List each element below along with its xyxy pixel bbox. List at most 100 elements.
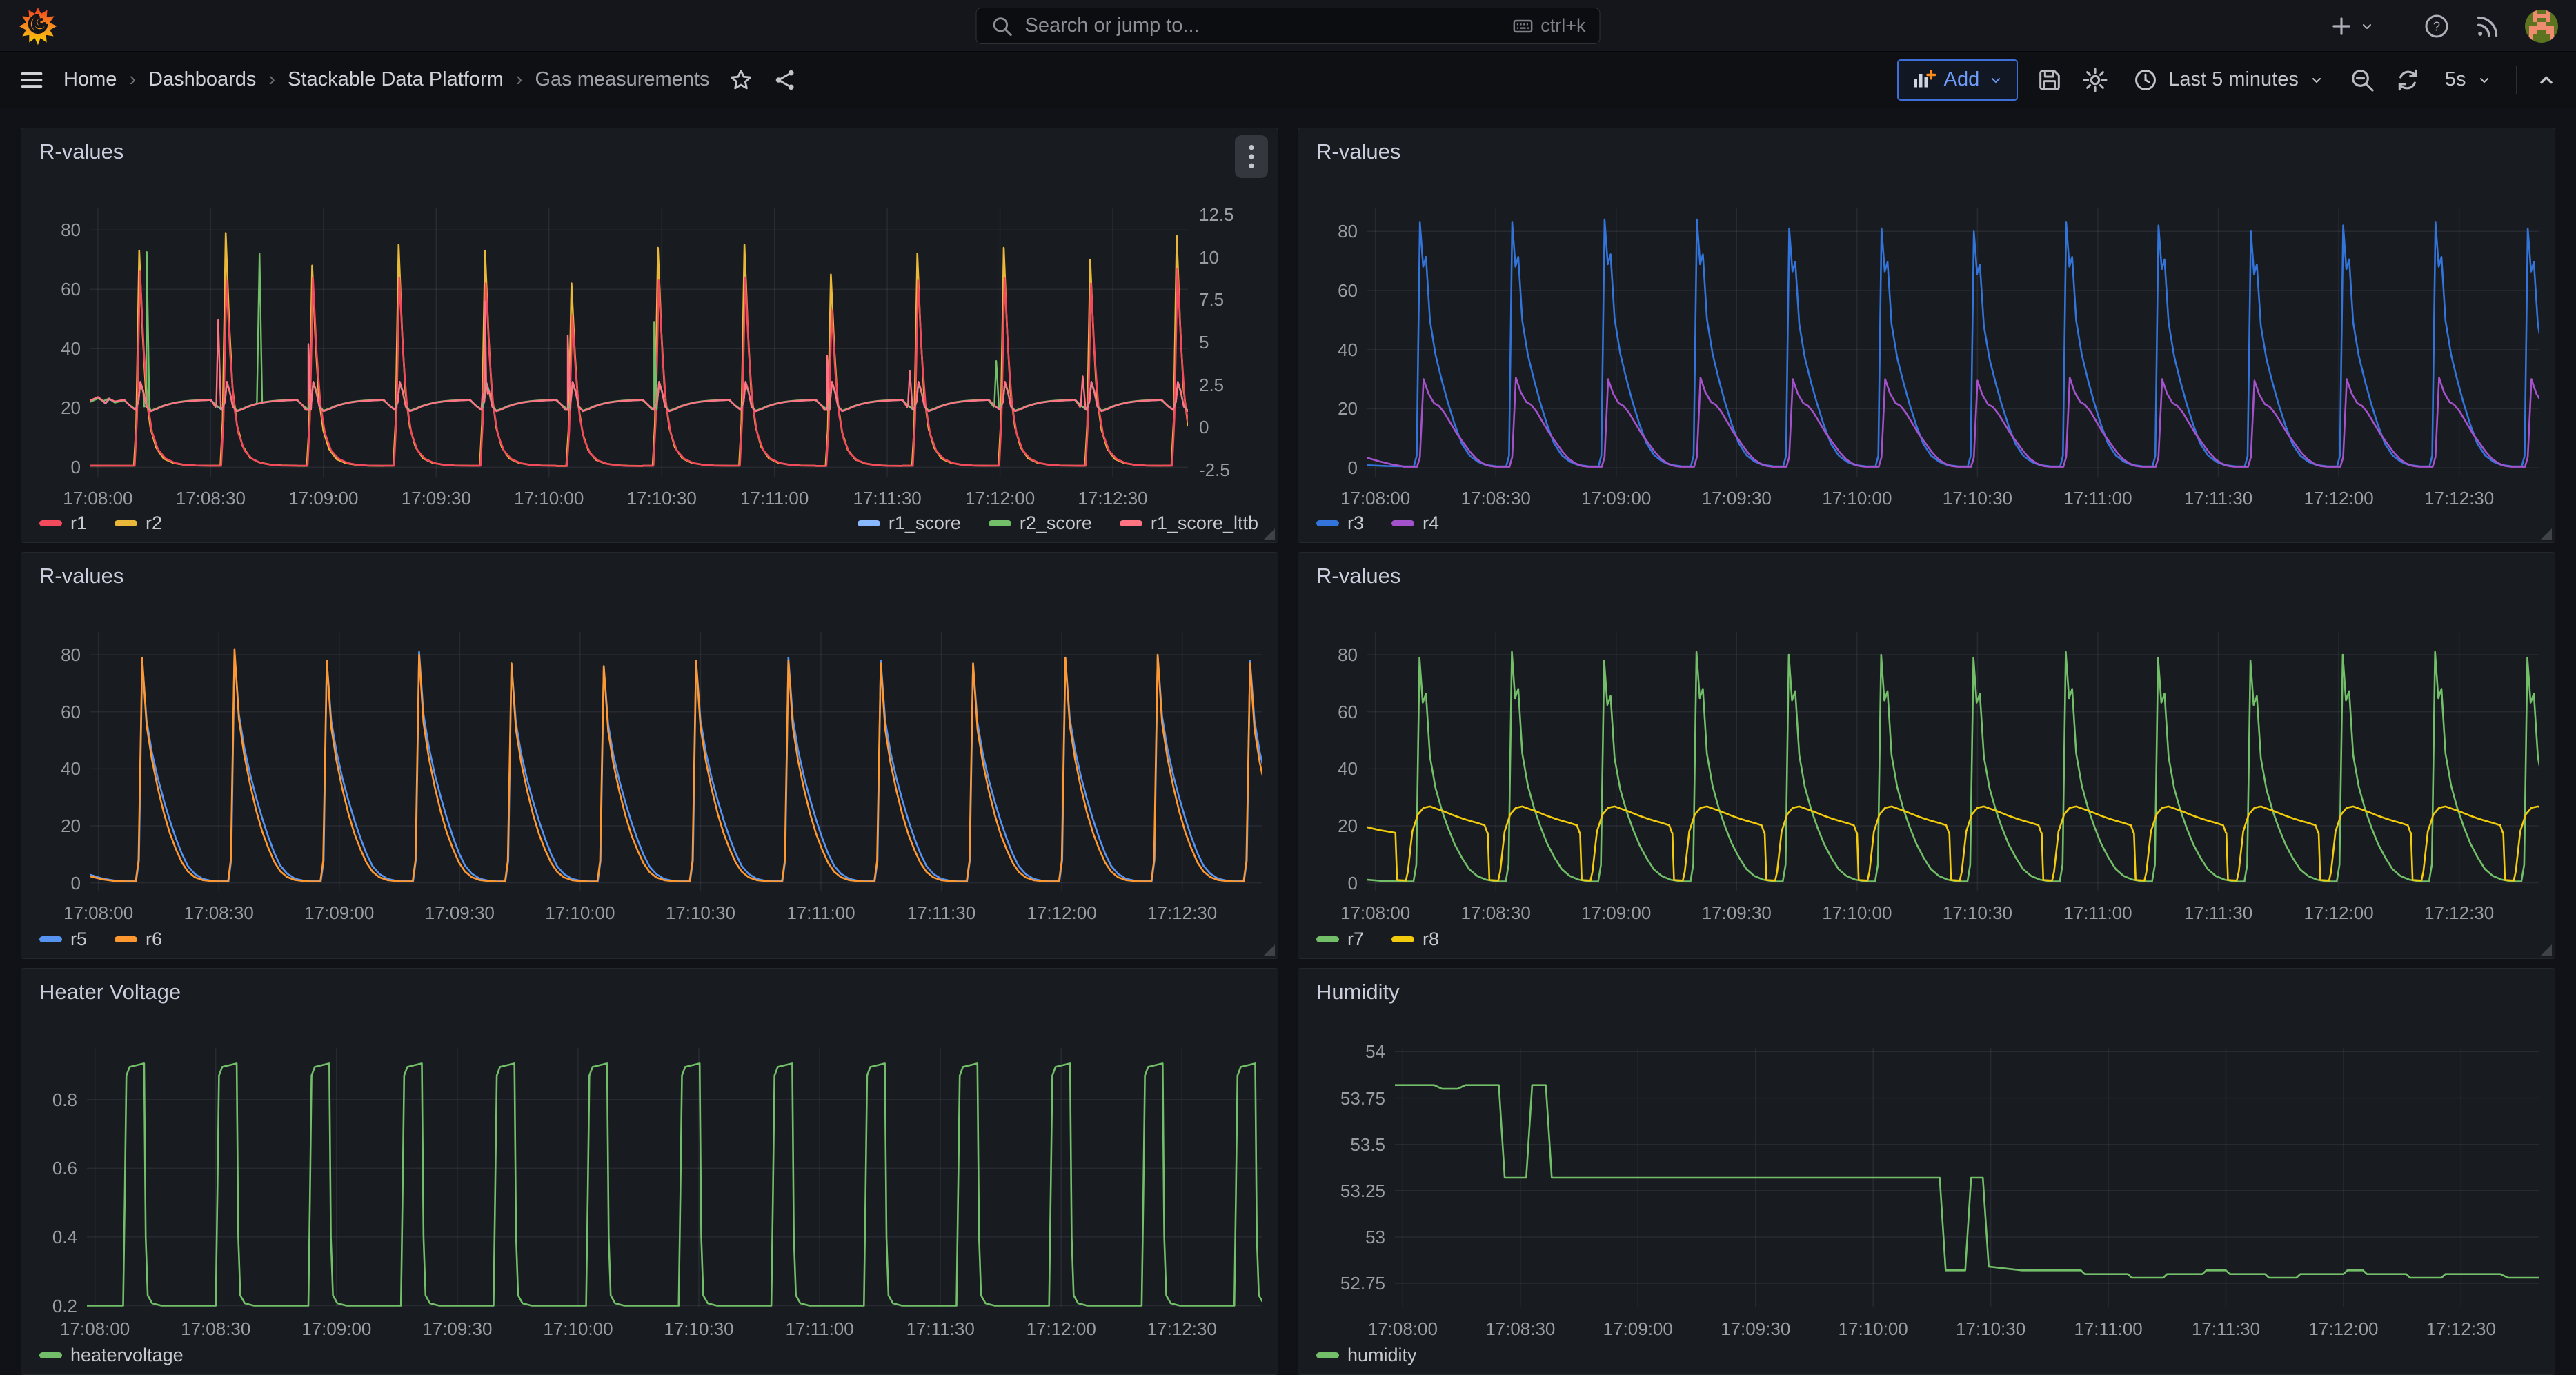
y-axis-tick-label: 40 <box>1298 339 1358 360</box>
x-axis-tick-label: 17:09:00 <box>1568 902 1665 923</box>
panel-title: R-values <box>39 564 123 588</box>
legend-item-r6[interactable]: r6 <box>115 929 162 950</box>
legend-item-r3[interactable]: r3 <box>1316 513 1364 534</box>
x-axis-tick-label: 17:09:00 <box>288 1318 385 1339</box>
legend-label: r6 <box>146 929 162 950</box>
y-axis-tick-label: 53.5 <box>1298 1134 1385 1155</box>
x-axis-tick-label: 17:09:30 <box>1688 902 1785 923</box>
legend-swatch <box>1391 936 1414 942</box>
panel-resize-handle[interactable] <box>1264 528 1275 540</box>
x-axis-tick-label: 17:08:00 <box>47 1318 143 1339</box>
dashboard-grid: R-values r1 r2 r1_score r2_score r1_score_lt… <box>21 128 2555 1375</box>
time-range-picker[interactable]: Last 5 minutes <box>2127 67 2330 93</box>
x-axis-tick-label: 17:09:00 <box>1568 488 1665 508</box>
chevron-up-icon <box>2535 68 2558 92</box>
x-axis-tick-label: 17:09:30 <box>409 1318 506 1339</box>
legend-label: r1_score_lttb <box>1151 513 1258 534</box>
legend-swatch <box>39 936 62 942</box>
legend-item-r1[interactable]: r1 <box>39 513 87 534</box>
gear-icon <box>2081 66 2109 94</box>
breadcrumb-dashboards[interactable]: Dashboards <box>148 68 256 91</box>
panel-menu-button[interactable] <box>1235 135 1268 178</box>
legend-item-r5[interactable]: r5 <box>39 929 87 950</box>
mega-menu-button[interactable] <box>18 66 46 94</box>
favorite-button[interactable] <box>728 67 754 93</box>
x-axis-tick-label: 17:10:00 <box>1809 488 1905 508</box>
plot-canvas[interactable] <box>1367 632 2539 891</box>
legend-label: r4 <box>1423 513 1439 534</box>
search-input[interactable] <box>1024 14 1503 38</box>
panel-title: R-values <box>39 139 123 164</box>
plot-canvas[interactable] <box>87 1048 1262 1307</box>
plot-area[interactable] <box>1367 632 2539 891</box>
plot-area[interactable] <box>87 1048 1262 1307</box>
y-axis-tick-label: 80 <box>1298 221 1358 241</box>
plot-canvas[interactable] <box>90 632 1262 891</box>
panel-r-values-1: R-values r1 r2 r1_score r2_score r1_score_lt… <box>21 128 1278 543</box>
panel-resize-handle[interactable] <box>2541 528 2552 540</box>
x-axis-tick-label: 17:12:00 <box>1013 902 1110 923</box>
legend-swatch <box>1391 520 1414 526</box>
x-axis-tick-label: 17:08:30 <box>1447 488 1544 508</box>
save-dashboard-button[interactable] <box>2036 66 2063 94</box>
y-axis-right-tick-label: -2.5 <box>1199 459 1230 480</box>
plot-canvas[interactable] <box>90 208 1188 477</box>
x-axis-tick-label: 17:10:30 <box>613 488 710 508</box>
x-axis-tick-label: 17:08:30 <box>1472 1318 1569 1339</box>
hamburger-icon <box>18 66 46 94</box>
legend-swatch <box>858 520 880 526</box>
plot-area[interactable] <box>1395 1048 2539 1307</box>
dashboard-settings-button[interactable] <box>2081 66 2109 94</box>
refresh-interval-picker[interactable]: 5s <box>2439 68 2498 91</box>
legend-item-r7[interactable]: r7 <box>1316 929 1364 950</box>
help-button[interactable]: ? <box>2423 12 2450 40</box>
x-axis-tick-label: 17:12:00 <box>2290 488 2387 508</box>
share-button[interactable] <box>772 67 798 93</box>
legend-label: r2_score <box>1020 513 1092 534</box>
plot-area[interactable] <box>90 208 1188 477</box>
x-axis-tick-label: 17:11:00 <box>2050 488 2146 508</box>
y-axis-tick-label: 53.25 <box>1298 1180 1385 1201</box>
y-axis-tick-label: 60 <box>1298 280 1358 301</box>
plot-area[interactable] <box>90 632 1262 891</box>
series-r2_score <box>90 252 1188 410</box>
share-icon <box>772 67 798 93</box>
panel-legend: r5 r6 <box>39 929 1258 950</box>
add-panel-button[interactable]: Add <box>1897 59 2019 101</box>
y-axis-tick-label: 60 <box>1298 702 1358 722</box>
news-button[interactable] <box>2474 12 2501 40</box>
breadcrumb-home[interactable]: Home <box>63 68 117 91</box>
panel-heater-voltage: Heater Voltage heatervoltage 0.20.40.60.… <box>21 968 1278 1375</box>
x-axis-tick-label: 17:09:30 <box>1707 1318 1804 1339</box>
breadcrumb-folder[interactable]: Stackable Data Platform <box>288 68 504 91</box>
global-search[interactable]: ctrl+k <box>976 8 1601 44</box>
plot-canvas[interactable] <box>1367 208 2539 477</box>
grafana-logo[interactable] <box>18 6 58 47</box>
add-panel-icon <box>1911 68 1936 92</box>
collapse-toolbar-button[interactable] <box>2535 68 2558 92</box>
plot-area[interactable] <box>1367 208 2539 477</box>
new-button[interactable] <box>2328 13 2375 39</box>
legend-item-r4[interactable]: r4 <box>1391 513 1439 534</box>
zoom-out-button[interactable] <box>2348 66 2376 94</box>
y-axis-right-tick-label: 2.5 <box>1199 375 1224 395</box>
plot-canvas[interactable] <box>1395 1048 2539 1307</box>
x-axis-tick-label: 17:08:30 <box>1447 902 1544 923</box>
user-avatar[interactable] <box>2525 10 2558 43</box>
y-axis-tick-label: 20 <box>1298 815 1358 836</box>
refresh-button[interactable] <box>2394 66 2421 94</box>
legend-item-r1_score[interactable]: r1_score <box>858 513 961 534</box>
x-axis-tick-label: 17:11:30 <box>893 902 990 923</box>
legend-item-r1_score_lttb[interactable]: r1_score_lttb <box>1120 513 1258 534</box>
legend-swatch <box>1120 520 1142 526</box>
x-axis-tick-label: 17:08:30 <box>170 902 267 923</box>
legend-item-r2_score[interactable]: r2_score <box>989 513 1092 534</box>
legend-label: r7 <box>1347 929 1364 950</box>
panel-resize-handle[interactable] <box>2541 944 2552 956</box>
legend-swatch <box>989 520 1011 526</box>
panel-legend: r3 r4 <box>1316 513 2535 534</box>
legend-item-r8[interactable]: r8 <box>1391 929 1439 950</box>
series-r2 <box>90 233 1188 466</box>
legend-item-r2[interactable]: r2 <box>115 513 162 534</box>
panel-resize-handle[interactable] <box>1264 944 1275 956</box>
